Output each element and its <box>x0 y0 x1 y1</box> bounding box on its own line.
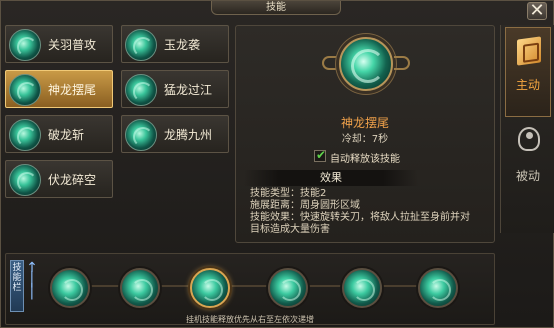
skill-name: 神龙摆尾 <box>48 83 97 97</box>
skill-item-polongzhan[interactable]: 破龙斩 <box>5 115 113 153</box>
effect-description: 技能类型：技能2 施展距离：周身圆形区域 技能效果：快速旋转关刀，将敌人拉扯至身… <box>250 188 496 236</box>
skill-icon <box>125 74 157 106</box>
skill-name: 关羽普攻 <box>48 38 97 52</box>
auto-release-checkbox[interactable]: ✔ <box>314 148 327 162</box>
effect-line-range: 施展距离：周身圆形区域 <box>250 200 360 211</box>
effect-line-effect-cont: 目标造成大量伤害 <box>250 224 330 235</box>
skill-type-tabs: 主动 被动 <box>500 25 554 233</box>
book-icon <box>517 36 541 66</box>
effect-header: 效果 <box>244 170 418 186</box>
selected-skill-name: 神龙摆尾 <box>340 116 389 130</box>
ornament-left-icon <box>322 56 338 70</box>
skill-item-guanyu-attack[interactable]: 关羽普攻 <box>5 25 113 63</box>
skills-window: 技能 ✕ 关羽普攻 玉龙袭 神龙摆尾 猛龙过江 破龙斩 龙腾九州 伏龙碎空 神龙… <box>0 0 554 328</box>
effect-line-effect: 技能效果：快速旋转关刀，将敌人拉扯至身前并对 <box>250 212 470 223</box>
tab-passive-skills[interactable]: 被动 <box>505 119 551 209</box>
tab-label: 主动 <box>515 78 540 92</box>
skill-bar: 技能栏 ↑ │ │ 挂机技能释放优先从右至左依次递增 <box>5 253 495 325</box>
skill-icon <box>125 119 157 151</box>
skill-icon <box>9 74 41 106</box>
skill-bar-tab[interactable]: 技能栏 <box>10 260 24 312</box>
close-button[interactable]: ✕ <box>527 2 547 20</box>
tab-active-skills[interactable]: 主动 <box>505 27 551 117</box>
cooldown-text: 冷却：7秒 <box>341 134 389 145</box>
skill-bar-hint: 挂机技能释放优先从右至左依次递增 <box>186 315 314 324</box>
skill-name: 破龙斩 <box>48 128 85 142</box>
skill-detail-panel: 神龙摆尾 冷却：7秒 ✔ 自动释放该技能 效果 技能类型：技能2 施展距离：周身… <box>235 25 495 243</box>
auto-release-label: 自动释放该技能 <box>330 154 400 165</box>
skill-item-menglong-guojiang[interactable]: 猛龙过江 <box>121 70 229 108</box>
skill-icon <box>125 29 157 61</box>
skill-item-longteng-jiuzhou[interactable]: 龙腾九州 <box>121 115 229 153</box>
skill-slot-4[interactable] <box>268 268 308 308</box>
skill-icon <box>9 119 41 151</box>
window-title: 技能 <box>211 1 341 15</box>
skill-name: 龙腾九州 <box>164 128 213 142</box>
skill-icon <box>9 29 41 61</box>
skill-slot-3[interactable] <box>190 268 230 308</box>
skill-item-shenlong-baiwei[interactable]: 神龙摆尾 <box>5 70 113 108</box>
skill-slot-1[interactable] <box>50 268 90 308</box>
skill-icon <box>9 164 41 196</box>
skill-slot-6[interactable] <box>418 268 458 308</box>
tab-label: 被动 <box>515 169 540 183</box>
skill-name: 玉龙袭 <box>164 38 201 52</box>
arrow-up-icon: ↑ │ │ <box>26 260 38 300</box>
skill-item-yulongxi[interactable]: 玉龙袭 <box>121 25 229 63</box>
skill-name: 伏龙碎空 <box>48 173 97 187</box>
effect-line-type: 技能类型：技能2 <box>250 188 327 199</box>
selected-skill-icon <box>339 37 393 91</box>
checkmark-icon: ✔ <box>316 148 327 162</box>
skill-slot-2[interactable] <box>120 268 160 308</box>
skill-name: 猛龙过江 <box>164 83 213 97</box>
meditation-icon <box>518 127 540 151</box>
skill-slot-5[interactable] <box>342 268 382 308</box>
ornament-right-icon <box>394 56 410 70</box>
skill-list: 关羽普攻 玉龙袭 神龙摆尾 猛龙过江 破龙斩 龙腾九州 伏龙碎空 <box>5 25 229 231</box>
skill-item-fulong-suikong[interactable]: 伏龙碎空 <box>5 160 113 198</box>
